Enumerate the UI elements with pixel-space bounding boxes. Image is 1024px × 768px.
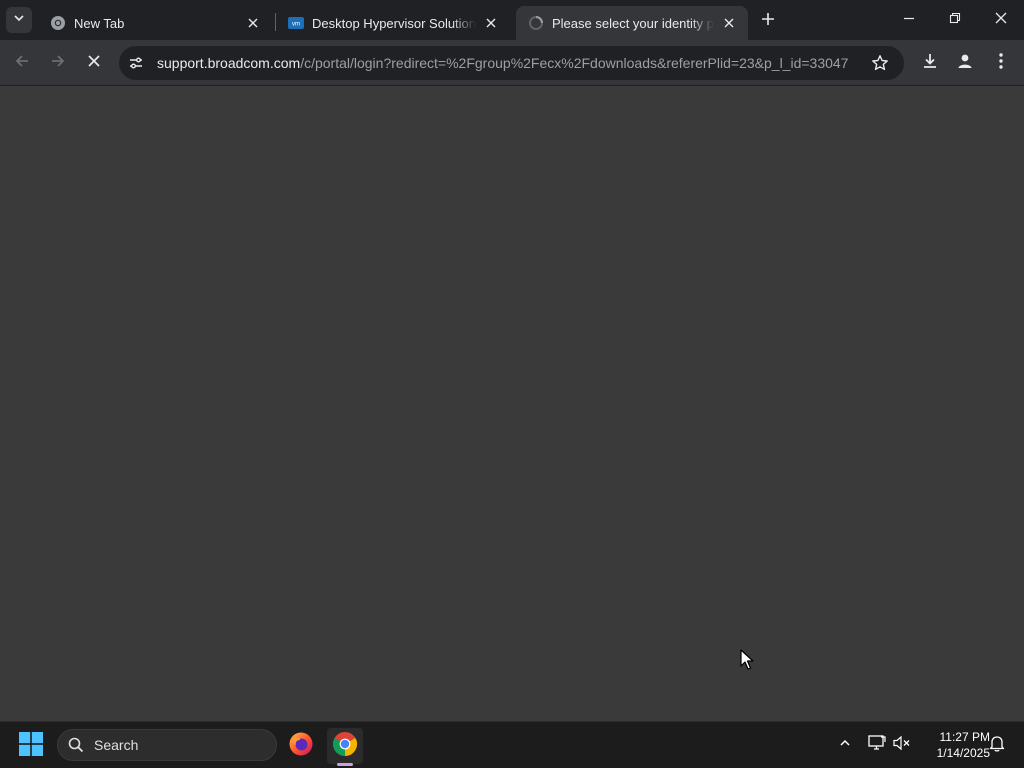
tab-title: Please select your identity provider — [552, 15, 714, 31]
forward-button[interactable] — [43, 48, 73, 78]
tab-new-tab[interactable]: New Tab — [38, 6, 272, 40]
search-icon — [68, 737, 84, 753]
mouse-cursor-icon — [740, 649, 754, 676]
volume-button[interactable] — [891, 734, 913, 756]
arrow-left-icon — [14, 53, 30, 74]
clock-date: 1/14/2025 — [936, 746, 990, 760]
network-status-button[interactable] — [866, 734, 888, 756]
svg-text:vm: vm — [292, 22, 300, 28]
close-icon[interactable] — [244, 14, 262, 32]
close-window-button[interactable] — [978, 0, 1024, 40]
menu-button[interactable] — [986, 48, 1016, 78]
tab-title: Desktop Hypervisor Solutions | — [312, 15, 476, 31]
tab-title: New Tab — [74, 15, 125, 31]
close-icon — [87, 54, 101, 73]
bell-icon — [989, 734, 1005, 757]
loading-spinner-icon — [528, 15, 544, 31]
taskbar-app-firefox[interactable] — [283, 728, 319, 764]
close-icon — [995, 11, 1007, 29]
tab-strip: New Tab vm Desktop Hypervisor Solutions … — [0, 0, 1024, 40]
address-bar[interactable]: support.broadcom.com/c/portal/login?redi… — [119, 46, 904, 80]
tab-desktop-hypervisor[interactable]: vm Desktop Hypervisor Solutions | — [276, 6, 510, 40]
taskbar: Search 11:27 PM 1/14/2025 — [0, 721, 1024, 768]
minimize-icon — [903, 11, 915, 29]
tab-identity-provider[interactable]: Please select your identity provider — [516, 6, 748, 40]
browser-toolbar: support.broadcom.com/c/portal/login?redi… — [0, 40, 1024, 86]
show-hidden-icons-button[interactable] — [834, 734, 856, 756]
downloads-button[interactable] — [915, 48, 945, 78]
new-tab-button[interactable] — [755, 8, 781, 34]
more-vertical-icon — [999, 52, 1003, 74]
taskbar-app-chrome[interactable] — [327, 728, 363, 766]
volume-muted-icon — [893, 735, 911, 756]
url-path: /c/portal/login?redirect=%2Fgroup%2Fecx%… — [300, 55, 849, 71]
search-label: Search — [94, 737, 139, 753]
plus-icon — [761, 12, 775, 31]
close-icon[interactable] — [482, 14, 500, 32]
back-button[interactable] — [7, 48, 37, 78]
stop-loading-button[interactable] — [79, 48, 109, 78]
chrome-icon — [332, 731, 358, 762]
windows-logo-icon — [19, 731, 43, 761]
tab-search-button[interactable] — [6, 7, 32, 33]
profile-button[interactable] — [950, 48, 980, 78]
person-icon — [956, 52, 974, 75]
vmware-icon: vm — [288, 15, 304, 31]
start-button[interactable] — [16, 731, 46, 761]
chrome-icon — [50, 15, 66, 31]
url-host: support.broadcom.com — [157, 55, 301, 71]
taskbar-search-box[interactable]: Search — [57, 729, 277, 761]
restore-button[interactable] — [932, 0, 978, 40]
chevron-up-icon — [839, 736, 851, 754]
restore-icon — [949, 11, 961, 29]
download-icon — [921, 52, 939, 75]
close-icon[interactable] — [720, 14, 738, 32]
clock-time: 11:27 PM — [939, 730, 990, 744]
monitor-icon — [868, 734, 886, 756]
running-indicator — [337, 763, 353, 766]
firefox-icon — [288, 731, 314, 762]
system-clock[interactable]: 11:27 PM 1/14/2025 — [918, 729, 990, 761]
minimize-button[interactable] — [886, 0, 932, 40]
page-content — [0, 86, 1024, 721]
site-info-icon[interactable] — [123, 50, 149, 76]
url-text: support.broadcom.com/c/portal/login?redi… — [157, 55, 857, 71]
chevron-down-icon — [13, 11, 25, 29]
star-icon[interactable] — [868, 51, 892, 75]
notifications-button[interactable] — [986, 734, 1008, 756]
arrow-right-icon — [50, 53, 66, 74]
